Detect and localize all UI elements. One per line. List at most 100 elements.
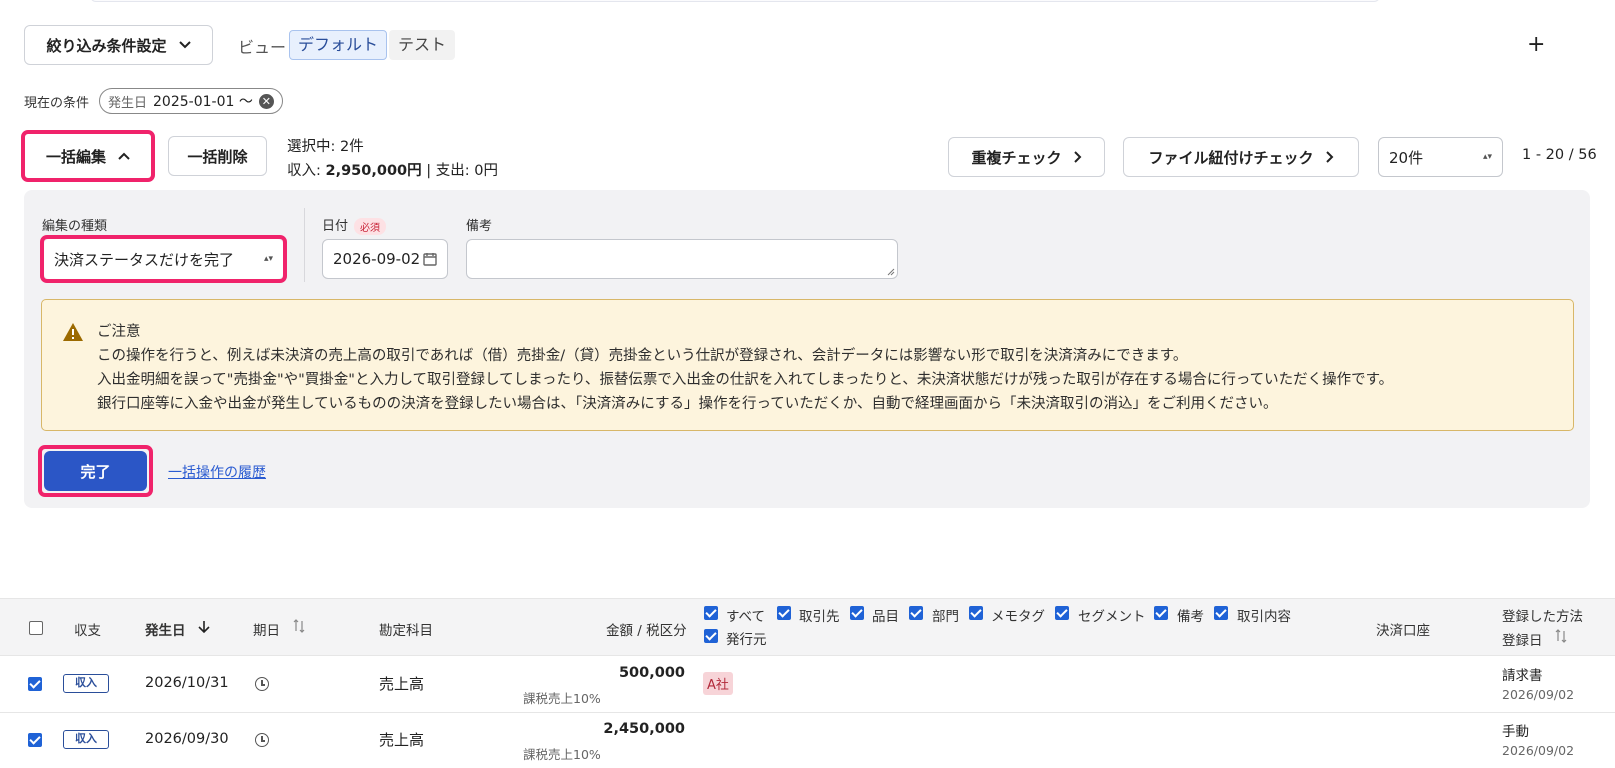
date-label: 日付 必須 xyxy=(322,215,387,235)
chevron-up-icon xyxy=(118,152,130,160)
duplicate-check-button[interactable]: 重複チェック xyxy=(948,137,1105,177)
sort-icon[interactable] xyxy=(293,619,305,633)
view-tab-default[interactable]: デフォルト xyxy=(289,30,388,60)
toggle-all-checkbox[interactable] xyxy=(704,606,718,620)
row-registered: 2026/09/02 xyxy=(1502,687,1575,702)
toggle-segment-checkbox[interactable] xyxy=(1055,606,1069,620)
th-due[interactable]: 期日 xyxy=(253,619,280,639)
notice-title: ご注意 xyxy=(97,324,141,340)
bulk-history-link[interactable]: 一括操作の履歴 xyxy=(168,462,266,482)
edit-type-select[interactable]: 決済ステータスだけを完了 ▴▾ xyxy=(44,239,283,279)
toggle-item-label: 品目 xyxy=(872,609,899,625)
filter-settings-button[interactable]: 絞り込み条件設定 xyxy=(24,25,213,65)
income-badge: 収入 xyxy=(63,730,109,749)
toggle-note-checkbox[interactable] xyxy=(1154,606,1168,620)
row-amount: 500,000 xyxy=(618,665,685,681)
done-button[interactable]: 完了 xyxy=(44,451,147,491)
toggle-issuer-checkbox[interactable] xyxy=(704,629,718,643)
notice-box: ご注意 この操作を行うと、例えば未決済の売上高の取引であれば（借）売掛金/（貸）… xyxy=(41,299,1574,431)
select-all-checkbox[interactable] xyxy=(29,621,43,635)
sort-desc-icon[interactable] xyxy=(198,620,210,634)
totals-text: 収入: 2,950,000円 | 支出: 0円 xyxy=(287,159,498,180)
row-account: 売上高 xyxy=(379,675,425,693)
toggle-all-label: すべて xyxy=(726,609,766,625)
row-tax: 課税売上10% xyxy=(523,747,601,762)
calendar-icon[interactable] xyxy=(423,252,437,266)
row-checkbox[interactable] xyxy=(28,733,42,747)
th-settle-account: 決済口座 xyxy=(1376,623,1430,639)
chevron-down-icon xyxy=(178,41,191,49)
th-registered[interactable]: 登録日 xyxy=(1502,629,1543,649)
th-type: 収支 xyxy=(74,623,101,639)
file-link-check-button[interactable]: ファイル紐付けチェック xyxy=(1123,137,1359,177)
date-input[interactable]: 2026-09-02 xyxy=(322,239,448,279)
view-label: ビュー xyxy=(238,38,287,57)
notice-line-3: 銀行口座等に入金や出金が発生しているものの決済を登録したい場合は、「決済済みにす… xyxy=(97,396,1278,412)
income-badge: 収入 xyxy=(63,674,109,693)
row-amount: 2,450,000 xyxy=(603,721,685,737)
notice-line-1: この操作を行うと、例えば未決済の売上高の取引であれば（借）売掛金/（貸）売掛金と… xyxy=(97,348,1188,364)
toggle-partner-label: 取引先 xyxy=(799,609,840,625)
table-header: 収支 発生日 期日 勘定科目 金額 / 税区分 すべて 取引先 品目 部門 メモ… xyxy=(0,598,1615,656)
table-row[interactable]: 収入 2026/10/31 売上高 500,000 課税売上10% A社 請求書… xyxy=(0,657,1615,713)
page-size-value: 20件 xyxy=(1389,148,1424,167)
selected-count: 選択中: 2件 xyxy=(287,139,364,155)
clock-icon xyxy=(255,733,269,747)
notice-line-2: 入出金明細を誤って"売掛金"や"買掛金"と入力して取引登録してしまったり、振替伝… xyxy=(97,372,1394,388)
toggle-memotag-label: メモタグ xyxy=(991,609,1045,625)
totals-income: 2,950,000円 xyxy=(325,163,422,179)
toggle-issuer-label: 発行元 xyxy=(726,632,767,648)
top-strip xyxy=(90,0,1380,2)
file-link-check-label: ファイル紐付けチェック xyxy=(1148,148,1314,167)
bulk-edit-button[interactable]: 一括編集 xyxy=(27,136,149,176)
row-method: 手動 xyxy=(1502,724,1529,740)
row-date: 2026/09/30 xyxy=(145,731,229,747)
close-icon[interactable]: ✕ xyxy=(258,93,274,109)
required-badge: 必須 xyxy=(354,218,387,235)
filter-settings-label: 絞り込み条件設定 xyxy=(46,36,167,55)
condition-chip-value: 2025-01-01 〜 xyxy=(153,94,253,110)
row-tax: 課税売上10% xyxy=(523,691,601,706)
th-date[interactable]: 発生日 xyxy=(145,619,186,639)
page-range: 1 - 20 / 56 xyxy=(1522,147,1597,163)
row-method: 請求書 xyxy=(1502,668,1543,684)
totals-rest: | 支出: 0円 xyxy=(421,163,498,179)
th-amount: 金額 / 税区分 xyxy=(606,623,687,639)
resize-handle-icon[interactable] xyxy=(887,268,895,276)
condition-chip: 発生日 2025-01-01 〜 ✕ xyxy=(99,88,283,114)
toggle-dept-label: 部門 xyxy=(932,609,959,625)
warning-icon xyxy=(63,323,83,341)
partner-tag: A社 xyxy=(703,672,733,695)
toggle-content-checkbox[interactable] xyxy=(1214,606,1228,620)
toggle-dept-checkbox[interactable] xyxy=(909,606,923,620)
toggle-memotag-checkbox[interactable] xyxy=(969,606,983,620)
th-method: 登録した方法 xyxy=(1502,609,1583,625)
add-view-button[interactable]: + xyxy=(1527,32,1545,57)
condition-chip-key: 発生日 xyxy=(108,95,148,111)
toggle-item-checkbox[interactable] xyxy=(850,606,864,620)
bulk-delete-label: 一括削除 xyxy=(187,147,248,166)
sort-icon[interactable] xyxy=(1555,629,1567,643)
row-date: 2026/10/31 xyxy=(145,675,229,691)
toggle-segment-label: セグメント xyxy=(1078,609,1146,625)
date-value: 2026-09-02 xyxy=(333,250,421,268)
note-textarea[interactable] xyxy=(466,239,898,279)
divider xyxy=(304,208,305,282)
toggle-partner-checkbox[interactable] xyxy=(777,606,791,620)
th-account: 勘定科目 xyxy=(379,623,433,639)
row-checkbox[interactable] xyxy=(28,677,42,691)
toggle-content-label: 取引内容 xyxy=(1237,609,1291,625)
page-size-select[interactable]: 20件 ▴▾ xyxy=(1378,137,1503,177)
select-arrows-icon: ▴▾ xyxy=(1482,152,1492,162)
chevron-right-icon xyxy=(1073,151,1081,163)
row-account: 売上高 xyxy=(379,731,425,749)
clock-icon xyxy=(255,677,269,691)
totals-prefix: 収入: xyxy=(287,163,326,179)
table-row[interactable]: 収入 2026/09/30 売上高 2,450,000 課税売上10% 手動 2… xyxy=(0,713,1615,768)
select-arrows-icon: ▴▾ xyxy=(263,254,273,264)
date-label-text: 日付 xyxy=(322,219,349,234)
bulk-delete-button[interactable]: 一括削除 xyxy=(168,136,267,176)
toggle-note-label: 備考 xyxy=(1177,609,1204,625)
view-tab-test[interactable]: テスト xyxy=(389,30,456,60)
edit-type-label: 編集の種類 xyxy=(42,219,108,234)
